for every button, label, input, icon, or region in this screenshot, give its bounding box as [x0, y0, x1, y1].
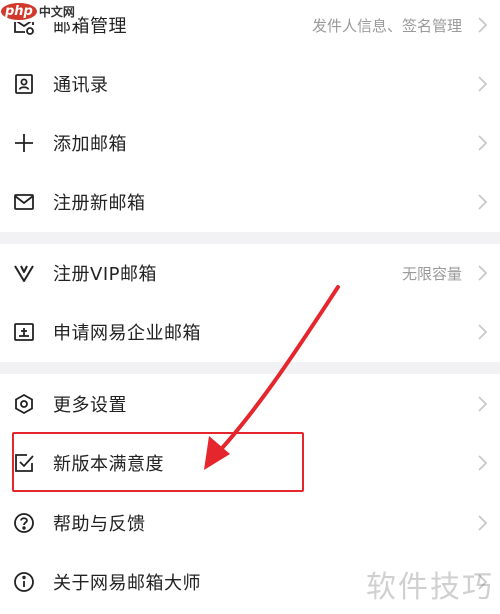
logo-php: php — [1, 2, 37, 20]
watermark: 软件技巧 — [366, 570, 494, 605]
site-logo: php 中文网 — [0, 0, 78, 22]
annotation-arrow — [204, 285, 340, 470]
logo-text: 中文网 — [38, 4, 75, 19]
settings-screen: 邮箱管理 发件人信息、签名管理 通讯录 添加邮箱 注册新邮箱 注册VIP邮箱 无… — [0, 0, 500, 614]
